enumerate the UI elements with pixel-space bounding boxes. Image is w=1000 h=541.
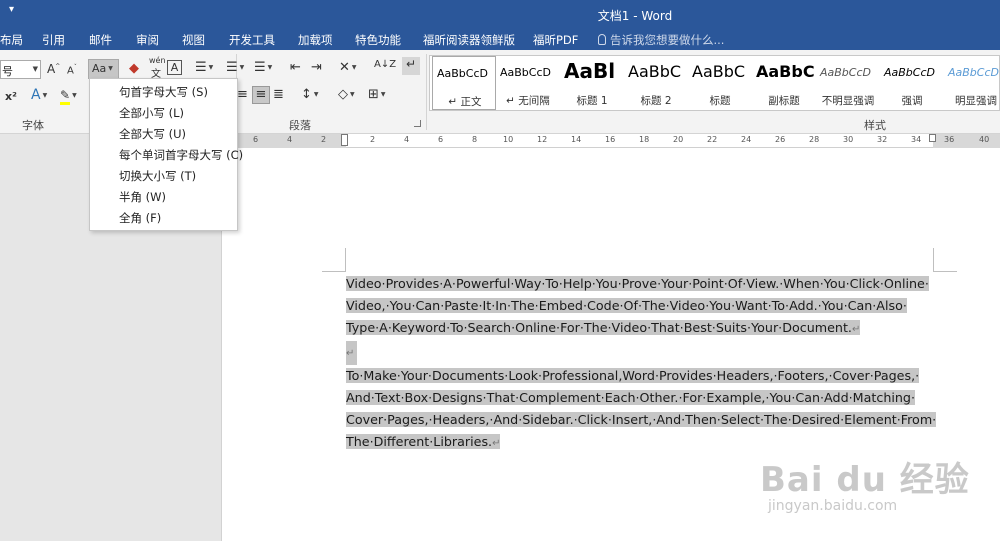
style-no-spacing[interactable]: AaBbCcD ↵ 无间隔	[496, 56, 560, 110]
horizontal-ruler[interactable]: 6 4 2 2 4 6 8 10 12 14 16 18 20 22 24 26…	[237, 134, 1000, 148]
tab-review[interactable]: 审阅	[136, 32, 159, 48]
tab-mailings[interactable]: 邮件	[89, 32, 112, 48]
align-left-button[interactable]: ≡	[237, 87, 248, 102]
group-label-font: 字体	[22, 119, 44, 132]
tell-me-box[interactable]: 告诉我您想要做什么...	[598, 32, 724, 48]
justify-button[interactable]: ≡	[252, 86, 270, 104]
group-label-paragraph: 段落	[289, 119, 311, 132]
style-title[interactable]: AaBbC 标题	[688, 56, 752, 110]
right-indent-marker[interactable]	[929, 134, 936, 142]
numbering-button[interactable]: ☰ ▼	[226, 60, 244, 75]
watermark-brand: Bai du 经验	[760, 460, 970, 500]
paragraph-mark: ↵	[492, 438, 501, 449]
text-line: Video·Provides·A·Powerful·Way·To·Help·Yo…	[346, 276, 929, 291]
phonetic-guide-button[interactable]: wén	[149, 56, 166, 65]
text-line: Type·A·Keyword·To·Search·Online·For·The·…	[346, 320, 861, 335]
text-line: Cover·Pages,·Headers,·And·Sidebar.·Click…	[346, 412, 937, 427]
style-normal[interactable]: AaBbCcD ↵ 正文	[432, 56, 496, 110]
word-window: ▾ 文档1 - Word 布局 引用 邮件 审阅 视图 开发工具 加载项 特色功…	[0, 0, 1000, 541]
bullets-button[interactable]: ☰ ▼	[195, 60, 213, 75]
text-effects-button[interactable]: A ▼	[31, 87, 47, 103]
menu-item-toggle-case[interactable]: 切换大小写 (T)	[119, 168, 196, 184]
clear-format-icon[interactable]: ◆	[129, 61, 139, 76]
style-subtle-emphasis[interactable]: AaBbCcD 不明显强调	[816, 56, 880, 110]
menu-item-sentence-case[interactable]: 句首字母大写 (S)	[119, 84, 208, 100]
style-heading-1[interactable]: AaBl 标题 1	[560, 56, 624, 110]
change-case-menu: 句首字母大写 (S) 全部小写 (L) 全部大写 (U) 每个单词首字母大写 (…	[89, 78, 243, 231]
tab-foxit-pdf[interactable]: 福昕PDF	[533, 32, 578, 48]
text-line: Video,·You·Can·Paste·It·In·The·Embed·Cod…	[346, 298, 907, 313]
font-size-box[interactable]: 号 ▼	[0, 60, 41, 79]
lightbulb-icon	[598, 34, 606, 45]
menu-item-uppercase[interactable]: 全部大写 (U)	[119, 126, 186, 142]
superscript-button[interactable]: x²	[5, 90, 17, 103]
menu-item-full-width[interactable]: 全角 (F)	[119, 210, 161, 226]
multilevel-list-button[interactable]: ☰ ▼	[254, 60, 272, 75]
change-case-label: Aa	[92, 62, 107, 75]
change-case-button[interactable]: Aa ▼	[88, 59, 119, 79]
chevron-down-icon: ▼	[32, 65, 38, 73]
window-title: 文档1 - Word	[597, 9, 673, 23]
watermark-url: jingyan.baidu.com	[768, 498, 898, 514]
asian-layout-button[interactable]: ✕ ▼	[339, 60, 357, 75]
tab-developer[interactable]: 开发工具	[229, 32, 275, 48]
tab-references[interactable]: 引用	[42, 32, 65, 48]
crop-mark	[322, 271, 346, 272]
crop-mark	[933, 248, 934, 272]
shading-button[interactable]: ◇ ▼	[338, 87, 355, 102]
grow-font-button[interactable]: A^	[47, 62, 60, 76]
crop-mark	[933, 271, 957, 272]
menu-item-capitalize-each-word[interactable]: 每个单词首字母大写 (C)	[119, 147, 243, 163]
tell-me-text: 告诉我您想要做什么...	[610, 33, 725, 47]
group-separator	[426, 54, 427, 130]
borders-button[interactable]: ⊞ ▼	[368, 87, 386, 102]
distributed-button[interactable]: ≣	[273, 87, 284, 102]
style-emphasis[interactable]: AaBbCcD 强调	[880, 56, 944, 110]
style-heading-2[interactable]: AaBbC 标题 2	[624, 56, 688, 110]
ribbon-tabs: 布局 引用 邮件 审阅 视图 开发工具 加载项 特色功能 福昕阅读器领鲜版 福昕…	[0, 28, 1000, 50]
text-line: To·Make·Your·Documents·Look·Professional…	[346, 368, 920, 383]
document-body[interactable]: Video·Provides·A·Powerful·Way·To·Help·Yo…	[346, 273, 937, 455]
indent-marker[interactable]	[341, 134, 348, 146]
line-spacing-button[interactable]: ↕ ▼	[301, 87, 319, 102]
shrink-font-button[interactable]: Aˇ	[67, 64, 77, 76]
text-line: And·Text·Box·Designs·That·Complement·Eac…	[346, 390, 916, 405]
tab-foxit-reader[interactable]: 福昕阅读器领鲜版	[423, 32, 515, 48]
text-line: ↵	[346, 341, 936, 365]
menu-item-lowercase[interactable]: 全部小写 (L)	[119, 105, 184, 121]
increase-indent-button[interactable]: ⇥	[311, 60, 322, 75]
tab-layout[interactable]: 布局	[0, 32, 23, 48]
paragraph-mark: ↵	[851, 324, 861, 335]
paragraph-dialog-launcher-icon[interactable]	[414, 120, 421, 127]
decrease-indent-button[interactable]: ⇤	[290, 60, 301, 75]
highlighter-icon: ✎	[60, 88, 71, 105]
tab-addins[interactable]: 加载项	[298, 32, 333, 48]
sort-button[interactable]: A↓Z	[374, 59, 396, 70]
tab-view[interactable]: 视图	[182, 32, 205, 48]
tab-special-features[interactable]: 特色功能	[355, 32, 401, 48]
style-intense-emphasis[interactable]: AaBbCcD 明显强调	[944, 56, 1000, 110]
char-border-button[interactable]: A	[167, 60, 182, 75]
show-marks-button[interactable]: ↵	[402, 57, 420, 75]
style-subtitle[interactable]: AaBbC 副标题	[752, 56, 816, 110]
baidu-watermark: Bai du 经验 jingyan.baidu.com	[760, 452, 970, 514]
styles-gallery: AaBbCcD ↵ 正文 AaBbCcD ↵ 无间隔 AaBl 标题 1 AaB…	[429, 55, 1000, 111]
menu-item-half-width[interactable]: 半角 (W)	[119, 189, 166, 205]
paragraph-mark: ↵	[346, 348, 355, 359]
group-label-styles: 样式	[864, 119, 886, 132]
crop-mark	[345, 248, 346, 272]
font-size-value: 号	[2, 65, 13, 78]
title-bar: ▾ 文档1 - Word	[0, 0, 1000, 28]
highlight-color-button[interactable]: ✎ ▼	[60, 88, 77, 105]
chevron-down-icon: ▼	[108, 65, 113, 72]
